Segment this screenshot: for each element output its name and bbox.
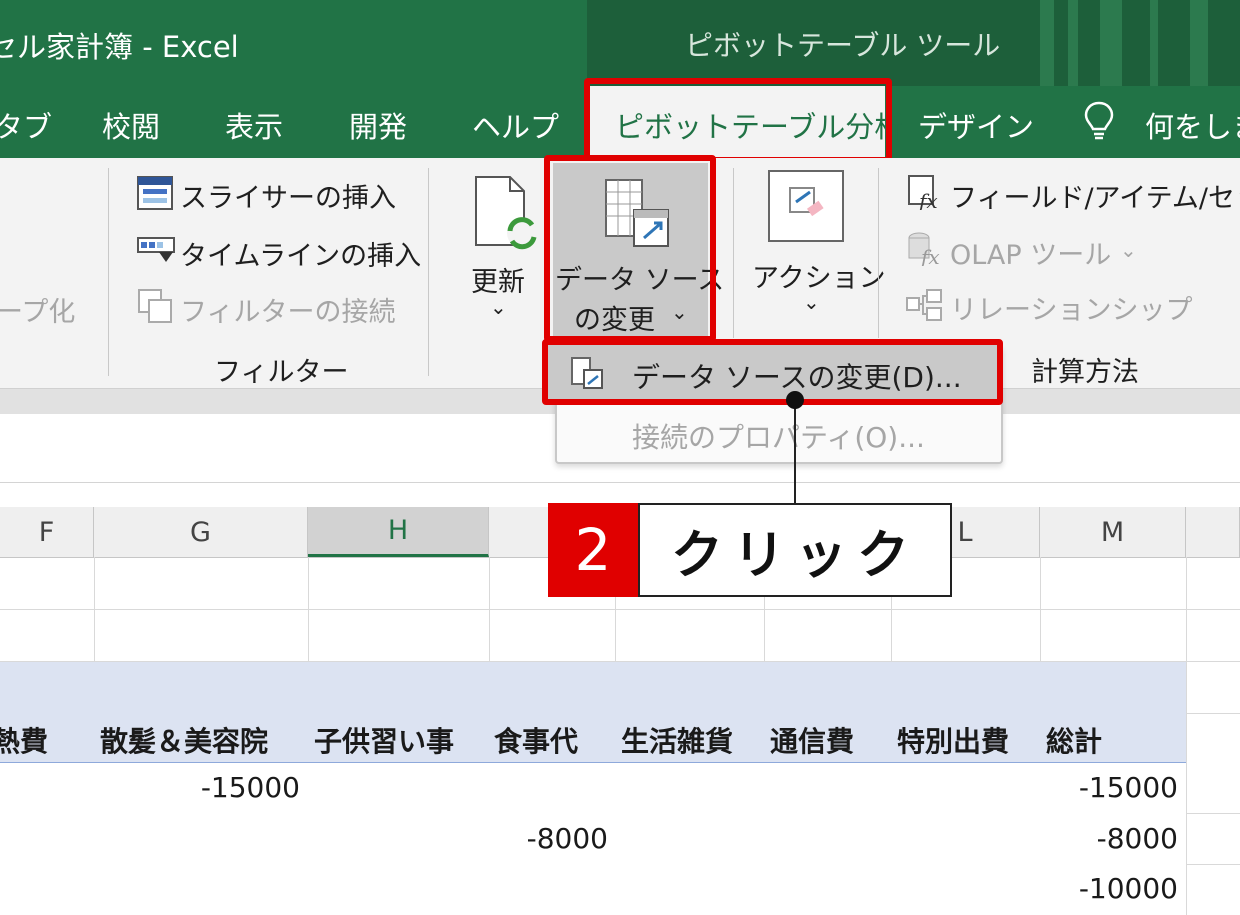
tab-help[interactable]: ヘルプ [472,104,559,146]
slicer-icon [137,176,173,214]
olap-tools-button[interactable]: OLAP ツール [950,233,1111,272]
decor-bar [1068,0,1078,86]
filter-connections-icon [137,288,173,328]
column-header-f[interactable]: F [0,507,94,557]
insert-slicer-button[interactable]: スライサーの挿入 [180,176,396,215]
filter-connections-button[interactable]: フィルターの接続 [180,290,395,329]
column-header-h[interactable]: H [308,507,489,557]
olap-icon: fx [907,230,943,270]
highlight-menu-item [542,339,1003,405]
decor-bar [1040,0,1054,86]
tab-design[interactable]: デザイン [918,104,1034,146]
action-icon [768,170,844,246]
grid-row-line [1186,813,1240,814]
callout-line [794,398,796,504]
pivot-header-utilities[interactable]: 熱費 [0,720,48,760]
filter-group-label: フィルター [214,357,349,388]
action-dropdown-arrow[interactable]: ⌄ [803,290,820,314]
callout-step-number: 2 [548,503,638,597]
pivot-header-special[interactable]: 特別出費 [897,720,1009,760]
olap-dropdown-arrow[interactable]: ⌄ [1120,238,1137,262]
tab-partial[interactable]: タブ [0,104,52,146]
pivot-header-goods[interactable]: 生活雑貨 [621,720,733,760]
grid-row-line [1186,713,1240,714]
relationships-icon [905,288,943,328]
menu-item-connection-properties[interactable]: 接続のプロパティ(O)... [632,416,925,456]
grid-row-line [0,609,1240,610]
pivot-header-haircut[interactable]: 散髪＆美容院 [100,720,268,760]
relationships-button[interactable]: リレーションシップ [950,288,1192,327]
column-header-m[interactable]: M [1040,507,1186,557]
cell-total[interactable]: -10000 [1079,872,1178,905]
separator [428,168,429,376]
separator [878,168,879,338]
tab-view[interactable]: 表示 [225,104,283,146]
decor-bar [1100,0,1122,86]
cell-total[interactable]: -15000 [1079,771,1178,804]
highlight-change-source [544,155,716,342]
callout-dot [786,391,804,409]
cell-value[interactable]: -8000 [527,822,608,855]
cell-value[interactable]: -15000 [201,771,300,804]
calculations-group-label: 計算方法 [1031,357,1139,388]
refresh-button[interactable]: 更新 [471,260,525,299]
decor-bar [1150,0,1158,86]
grid-col-line [1040,557,1041,662]
refresh-dropdown-arrow[interactable]: ⌄ [490,295,507,319]
highlight-tab [584,78,892,163]
refresh-icon [472,175,542,259]
tab-developer[interactable]: 開発 [349,104,407,146]
column-header-n[interactable] [1186,507,1240,557]
callout-instruction: クリック [638,503,952,597]
grid-col-line [489,557,490,662]
tab-review[interactable]: 校閲 [102,104,160,146]
grid-col-line [94,557,95,662]
tell-me-search[interactable]: 何をしま [1145,104,1240,146]
column-header-g[interactable]: G [94,507,308,557]
separator [108,168,109,376]
svg-text:fx: fx [919,245,940,266]
pivot-header-telecom[interactable]: 通信費 [770,720,854,760]
decor-bar [1190,0,1208,86]
grid-col-line [308,557,309,662]
svg-text:fx: fx [917,189,938,210]
separator [733,168,734,338]
group-button-partial[interactable]: ープ化 [0,290,75,329]
insert-timeline-button[interactable]: タイムラインの挿入 [180,234,421,273]
window-title: セル家計簿 - Excel [0,30,239,64]
grid-row-line [1186,864,1240,865]
pivot-header-total[interactable]: 総計 [1046,720,1102,760]
fields-items-sets-button[interactable]: フィールド/アイテム/セット [950,176,1240,215]
pivot-header-lessons[interactable]: 子供習い事 [314,720,454,760]
grid-col-line [1186,557,1187,915]
fields-items-icon: fx [907,174,943,214]
context-tools-label: ピボットテーブル ツール [685,29,1001,62]
cell-total[interactable]: -8000 [1097,822,1178,855]
timeline-icon [137,234,175,270]
lightbulb-icon[interactable] [1082,100,1116,146]
pivot-header-meals[interactable]: 食事代 [494,720,578,760]
